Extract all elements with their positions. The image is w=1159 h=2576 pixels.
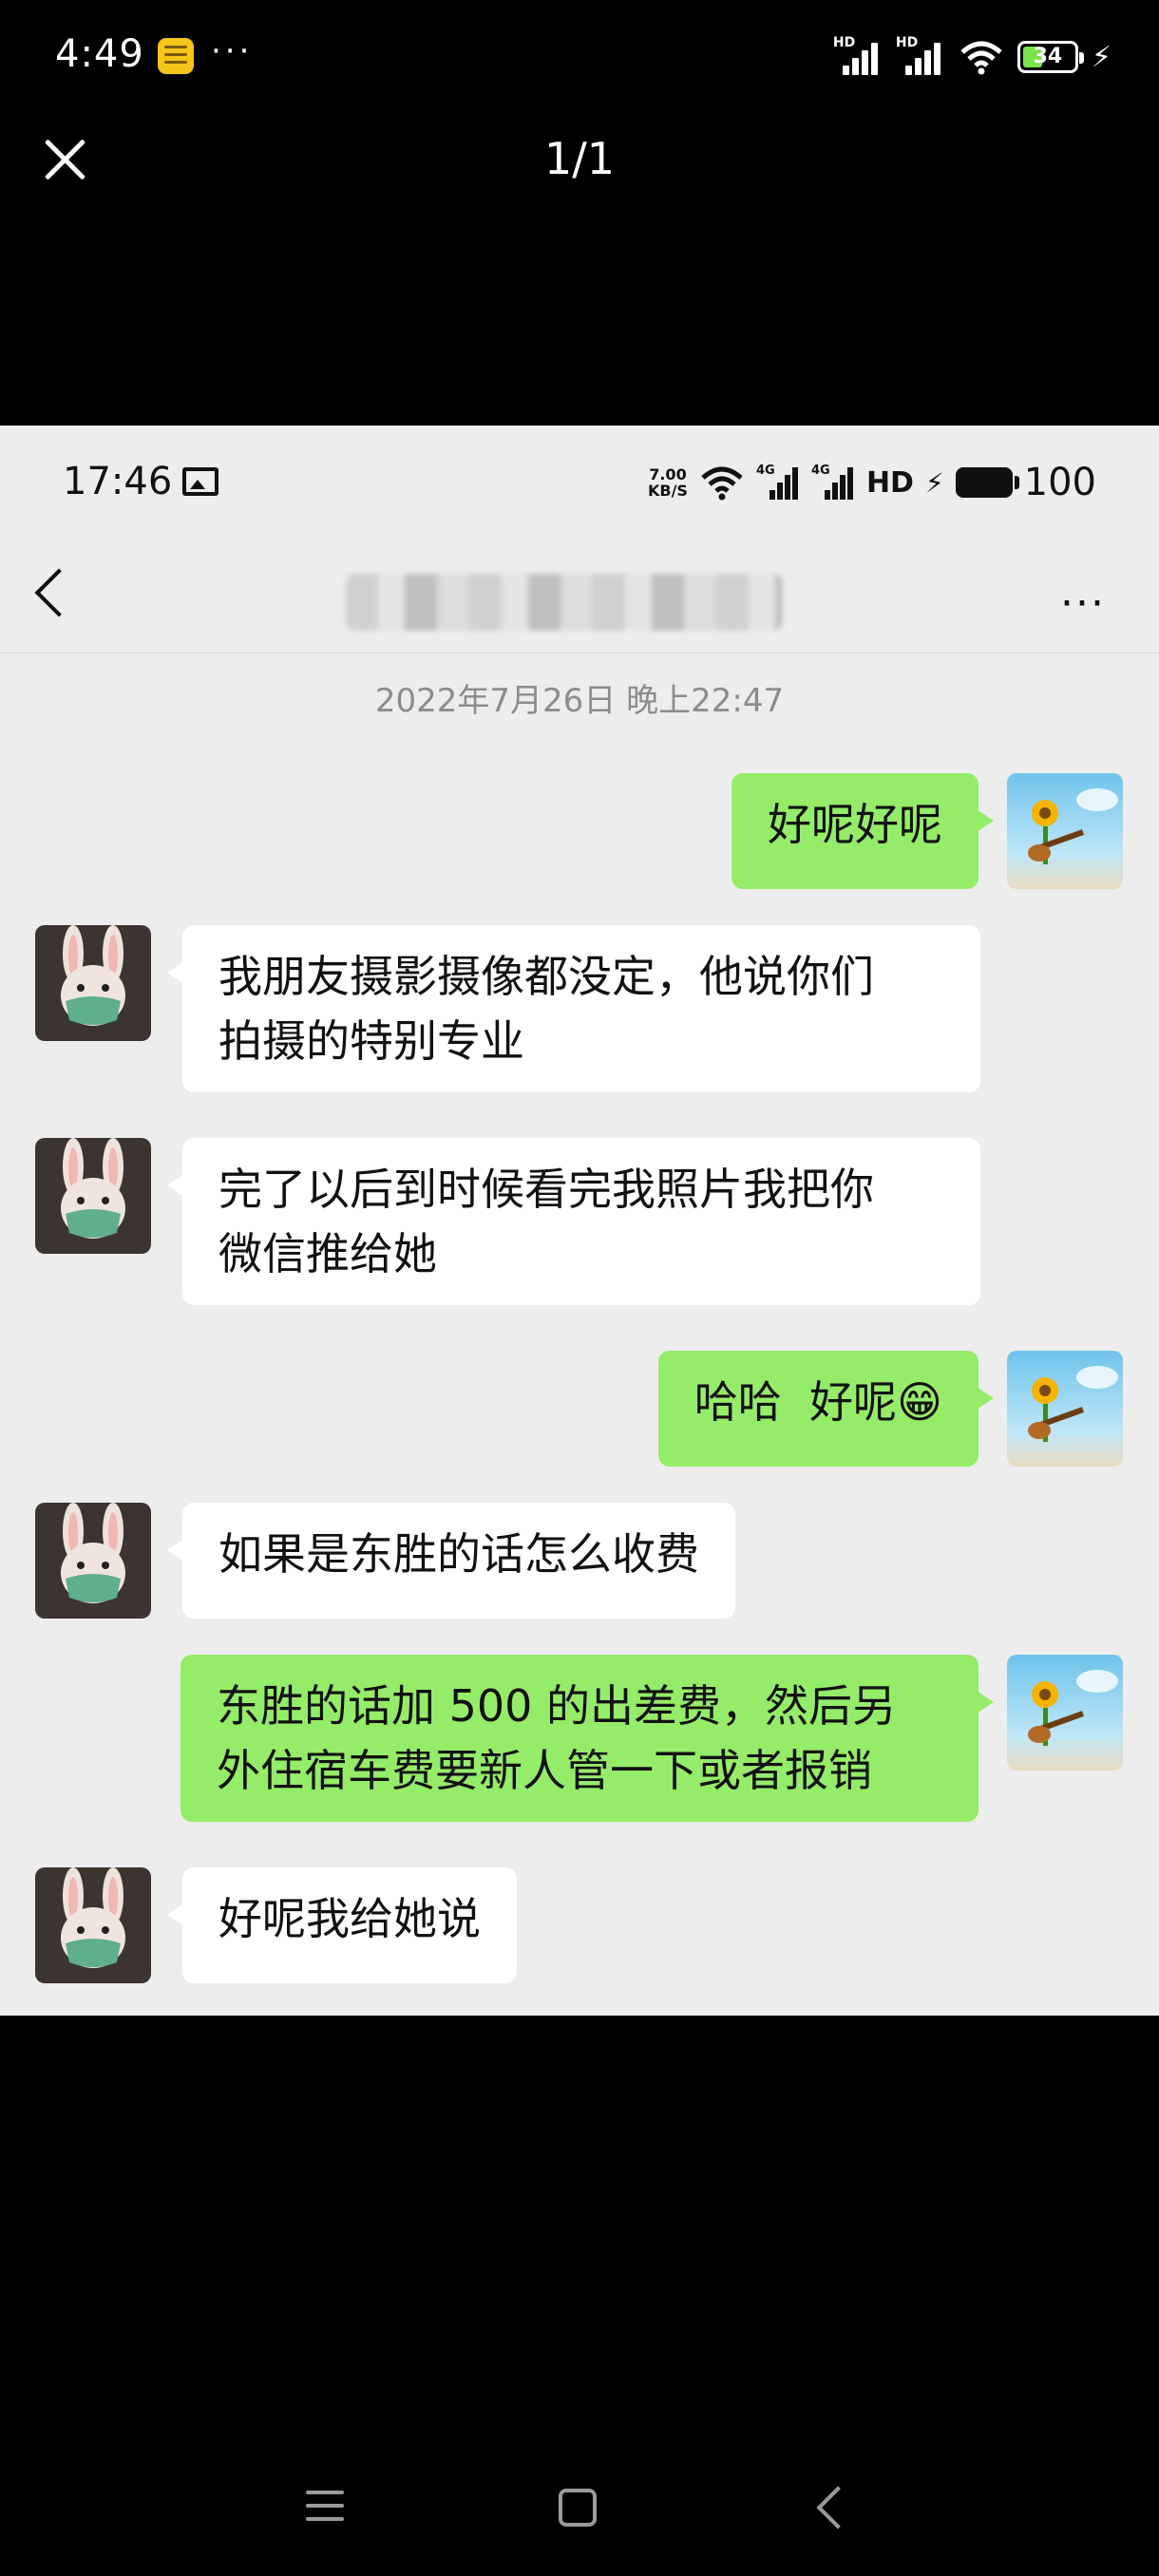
contact-avatar[interactable] xyxy=(35,1138,151,1254)
message-bubble-received[interactable]: 完了以后到时候看完我照片我把你 微信推给她 xyxy=(167,1138,980,1305)
message-bubble-received[interactable]: 好呢我给她说 xyxy=(167,1867,517,1983)
outer-status-bar: 4:49 ··· HD HD 34 ⚡ xyxy=(0,0,1159,114)
chat-timestamp: 2022年7月26日 晚上22:47 xyxy=(374,682,785,720)
battery-icon xyxy=(955,467,1019,498)
nav-back-icon[interactable] xyxy=(816,2486,860,2529)
contact-avatar[interactable] xyxy=(35,925,151,1041)
message-bubble-sent[interactable]: 哈哈 好呢😁 xyxy=(657,1351,995,1467)
signal-icon: HD xyxy=(833,35,883,75)
chat-header: ··· xyxy=(0,536,1159,653)
network-speed: 7.00 KB/S xyxy=(647,465,688,500)
signal-icon: HD xyxy=(896,35,945,75)
message-bubble-received[interactable]: 如果是东胜的话怎么收费 xyxy=(167,1503,735,1619)
charging-icon: ⚡ xyxy=(1091,40,1112,74)
signal-icon: 4G xyxy=(756,464,800,500)
battery-icon: 34 xyxy=(1016,41,1084,73)
contact-avatar[interactable] xyxy=(35,1503,151,1619)
my-avatar[interactable] xyxy=(1007,1351,1123,1467)
signal-icon: 4G xyxy=(811,464,855,500)
outer-status-icons: HD HD 34 ⚡ xyxy=(833,35,1112,78)
image-counter: 1/1 xyxy=(543,133,616,184)
home-icon[interactable] xyxy=(559,2489,597,2527)
inner-status-icons: 7.00 KB/S 4G 4G HD ⚡ 100 xyxy=(648,460,1096,505)
chat-screenshot[interactable]: 17:46 7.00 KB/S 4G 4G HD ⚡ 100 ··· 2022年… xyxy=(0,426,1159,2016)
wifi-icon xyxy=(959,39,1004,75)
wifi-icon xyxy=(699,464,745,501)
inner-clock: 17:46 xyxy=(63,460,173,503)
message-bubble-sent[interactable]: 东胜的话加 500 的出差费，然后另 外住宿车费要新人管一下或者报销 xyxy=(180,1655,994,1822)
contact-avatar[interactable] xyxy=(35,1867,151,1983)
recent-apps-icon[interactable] xyxy=(306,2491,344,2523)
contact-name-blurred xyxy=(346,574,783,631)
my-avatar[interactable] xyxy=(1007,773,1123,889)
image-notification-icon xyxy=(182,467,218,496)
app-notification-icon xyxy=(158,38,194,74)
back-chevron-icon[interactable] xyxy=(34,568,84,617)
message-bubble-sent[interactable]: 好呢好呢 xyxy=(732,773,994,889)
battery-level: 100 xyxy=(1023,461,1096,504)
inner-status-bar: 17:46 7.00 KB/S 4G 4G HD ⚡ 100 xyxy=(0,426,1159,536)
outer-clock: 4:49 xyxy=(55,32,144,76)
battery-level: 34 xyxy=(1033,45,1063,68)
more-dots-icon[interactable]: ··· xyxy=(1060,579,1106,628)
message-bubble-received[interactable]: 我朋友摄影摄像都没定，他说你们 拍摄的特别专业 xyxy=(167,925,980,1092)
more-notifications-icon: ··· xyxy=(211,32,254,70)
system-nav-bar xyxy=(0,2432,1159,2576)
my-avatar[interactable] xyxy=(1007,1655,1123,1771)
charging-icon: ⚡ xyxy=(924,466,944,499)
hd-indicator: HD xyxy=(865,465,914,500)
